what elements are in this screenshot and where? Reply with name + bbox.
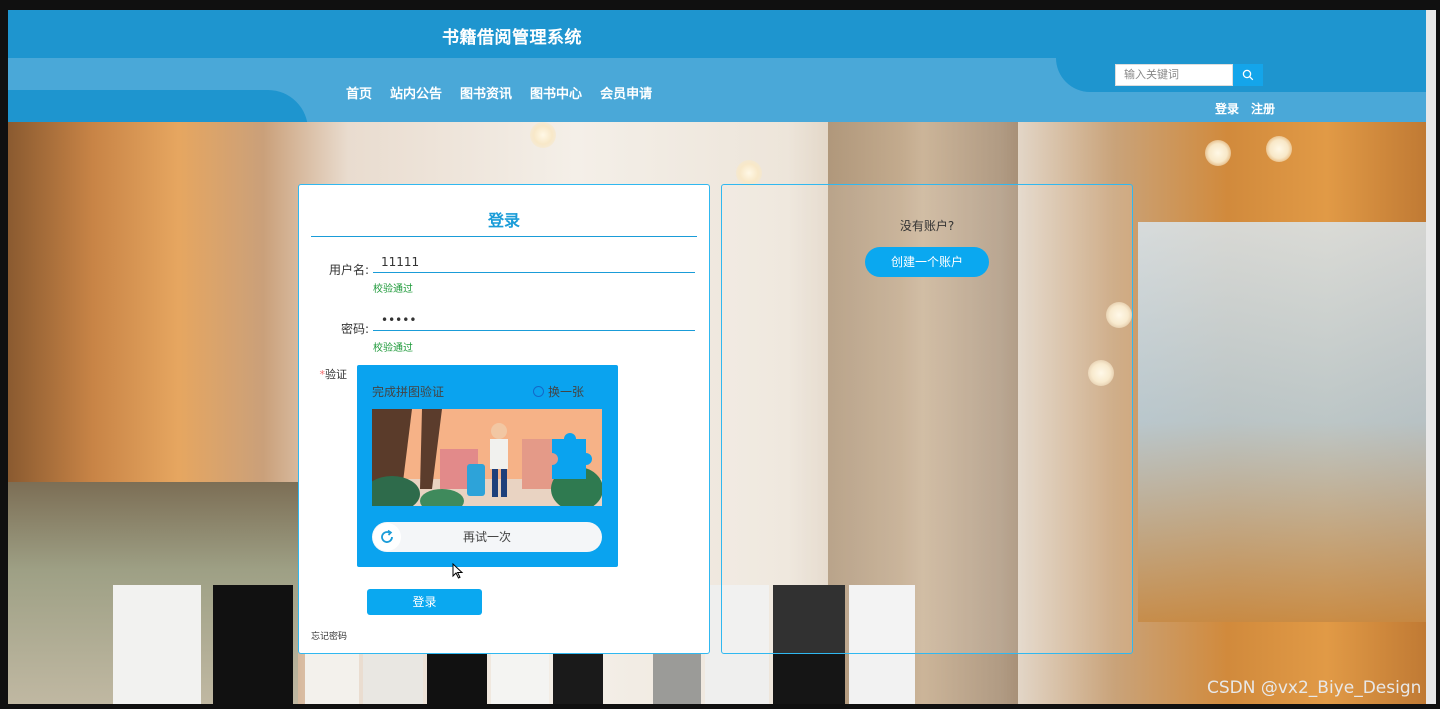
nav-book-news[interactable]: 图书资讯 (460, 83, 512, 102)
captcha-refresh[interactable]: 换一张 (533, 383, 584, 400)
search-bar: 输入关键词 (1115, 64, 1263, 86)
login-heading: 登录 (487, 211, 520, 230)
puzzle-captcha: 完成拼图验证 换一张 再试一次 (357, 365, 618, 567)
verify-label-text: 验证 (325, 368, 347, 381)
login-submit-button[interactable]: 登录 (367, 589, 482, 615)
site-header: 书籍借阅管理系统 首页 站内公告 图书资讯 图书中心 会员申请 输入关键词 登录… (8, 10, 1426, 150)
password-status: 校验通过 (373, 343, 413, 354)
nav-book-center[interactable]: 图书中心 (530, 83, 582, 102)
create-account-button[interactable]: 创建一个账户 (865, 247, 989, 277)
book-spine (113, 585, 201, 704)
register-panel: 没有账户? 创建一个账户 (721, 184, 1133, 654)
captcha-title: 完成拼图验证 (372, 385, 445, 399)
heading-divider (311, 236, 697, 237)
username-label: 用户名: (328, 263, 369, 277)
no-account-text: 没有账户? (899, 219, 955, 233)
password-label: 密码: (340, 322, 369, 336)
ceiling-light (1205, 140, 1231, 166)
search-icon (1242, 69, 1254, 81)
captcha-image (372, 409, 602, 506)
ceiling-light (530, 122, 556, 148)
nav-home[interactable]: 首页 (346, 83, 372, 102)
verify-label: *验证 (287, 366, 348, 382)
refresh-icon (533, 386, 544, 397)
ceiling-light (736, 160, 762, 186)
slider-handle[interactable] (373, 523, 401, 551)
browser-viewport: 书籍借阅管理系统 首页 站内公告 图书资讯 图书中心 会员申请 输入关键词 登录… (8, 10, 1426, 704)
main-nav: 首页 站内公告 图书资讯 图书中心 会员申请 (346, 83, 652, 102)
ceiling-light (1266, 136, 1292, 162)
mouse-cursor-icon (452, 563, 464, 579)
slider-text: 再试一次 (462, 530, 511, 544)
search-button[interactable] (1233, 64, 1263, 86)
site-title: 书籍借阅管理系统 (442, 28, 582, 48)
nav-announcements[interactable]: 站内公告 (390, 83, 442, 102)
username-status: 校验通过 (373, 284, 413, 295)
captcha-refresh-label: 换一张 (548, 385, 585, 399)
header-register-link[interactable]: 注册 (1251, 100, 1275, 117)
background-shelf-right (1138, 222, 1426, 622)
header-login-link[interactable]: 登录 (1215, 100, 1239, 117)
watermark-text: CSDN @vx2_Biye_Design (1207, 678, 1422, 698)
password-field[interactable]: ••••• (373, 311, 695, 331)
forgot-password-link[interactable]: 忘记密码 (311, 629, 347, 642)
auth-links: 登录 注册 (1215, 100, 1275, 117)
nav-member-apply[interactable]: 会员申请 (600, 83, 652, 102)
page-scrollbar[interactable] (1426, 10, 1436, 704)
retry-icon (381, 529, 393, 543)
captcha-slider[interactable]: 再试一次 (372, 522, 602, 552)
library-background (8, 122, 1426, 704)
login-card: 登录 用户名: 11111 校验通过 密码: ••••• 校验通过 *验证 完成… (298, 184, 710, 654)
username-field[interactable]: 11111 (373, 253, 695, 273)
search-input[interactable]: 输入关键词 (1115, 64, 1233, 86)
book-spine (213, 585, 293, 704)
captcha-illustration (372, 409, 602, 506)
